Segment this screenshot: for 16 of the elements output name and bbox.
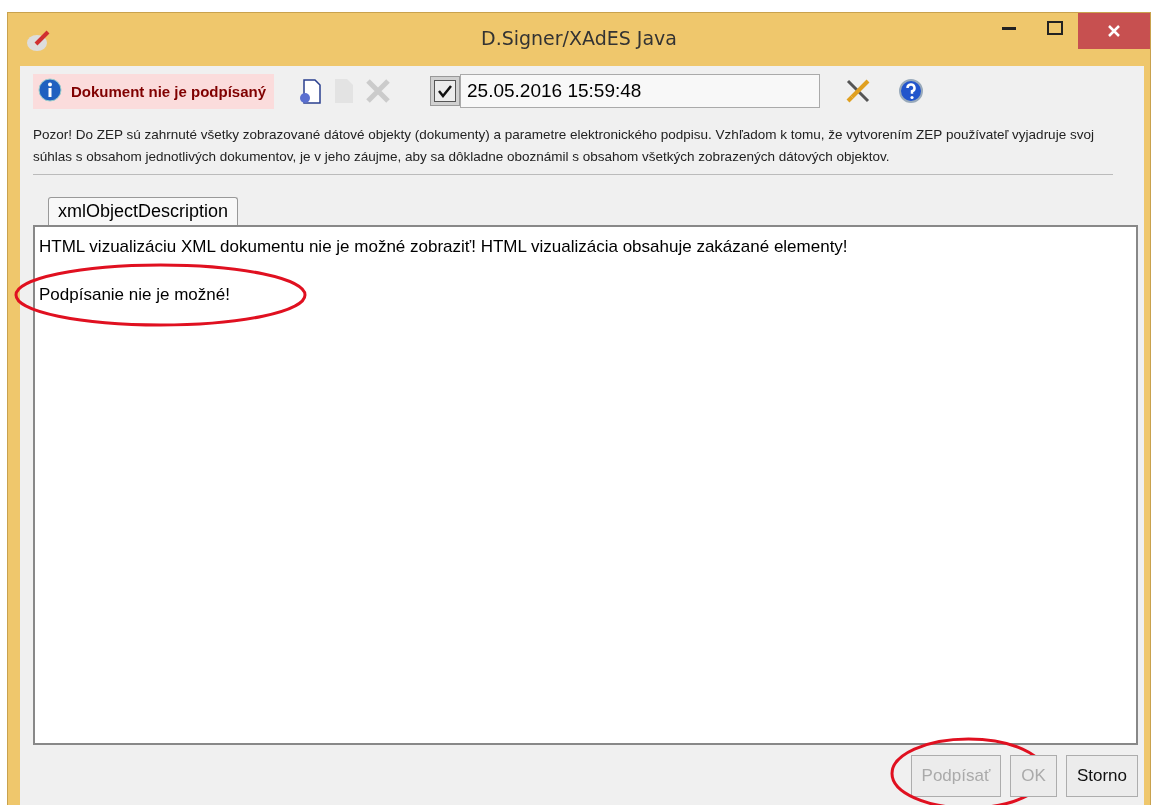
info-icon — [37, 78, 63, 104]
help-icon[interactable] — [898, 78, 925, 104]
warning-notice: Pozor! Do ZEP sú zahrnuté všetky zobrazované dátové objekty (dokumenty) a parametre elektronického podpisu. Vzhľadom k tomu, že vytvorením ZEP používateľ vyjadruje svoj súhlas s obsahom jednotlivých dokumentov, je v jeho záujme, aby sa dôkladne oboznámil s obsahom všetkých zobrazených dátových objektov. — [33, 124, 1113, 175]
timestamp-checkbox[interactable] — [430, 76, 461, 106]
tab[interactable]: xmlObjectDescription — [48, 197, 239, 225]
close-icon — [1107, 24, 1121, 38]
delete-icon — [364, 77, 393, 105]
message-text: HTML vizualizáciu XML dokumentu nie je možné zobraziť! HTML vizualizácia obsahuje zakázané elementy! — [39, 237, 848, 257]
status-text: Dokument nie je podpísaný — [71, 82, 267, 100]
timestamp-field[interactable]: 25.05.2016 15:59:48 — [460, 74, 821, 108]
minimize-icon — [1002, 26, 1016, 30]
checkmark-icon — [437, 84, 454, 98]
window-title: D.Signer/XAdES Java — [480, 27, 678, 49]
dialog-button[interactable]: Storno — [1065, 755, 1138, 797]
message-text: Podpísanie nie je možné! — [39, 285, 230, 305]
maximize-icon — [1047, 21, 1063, 35]
